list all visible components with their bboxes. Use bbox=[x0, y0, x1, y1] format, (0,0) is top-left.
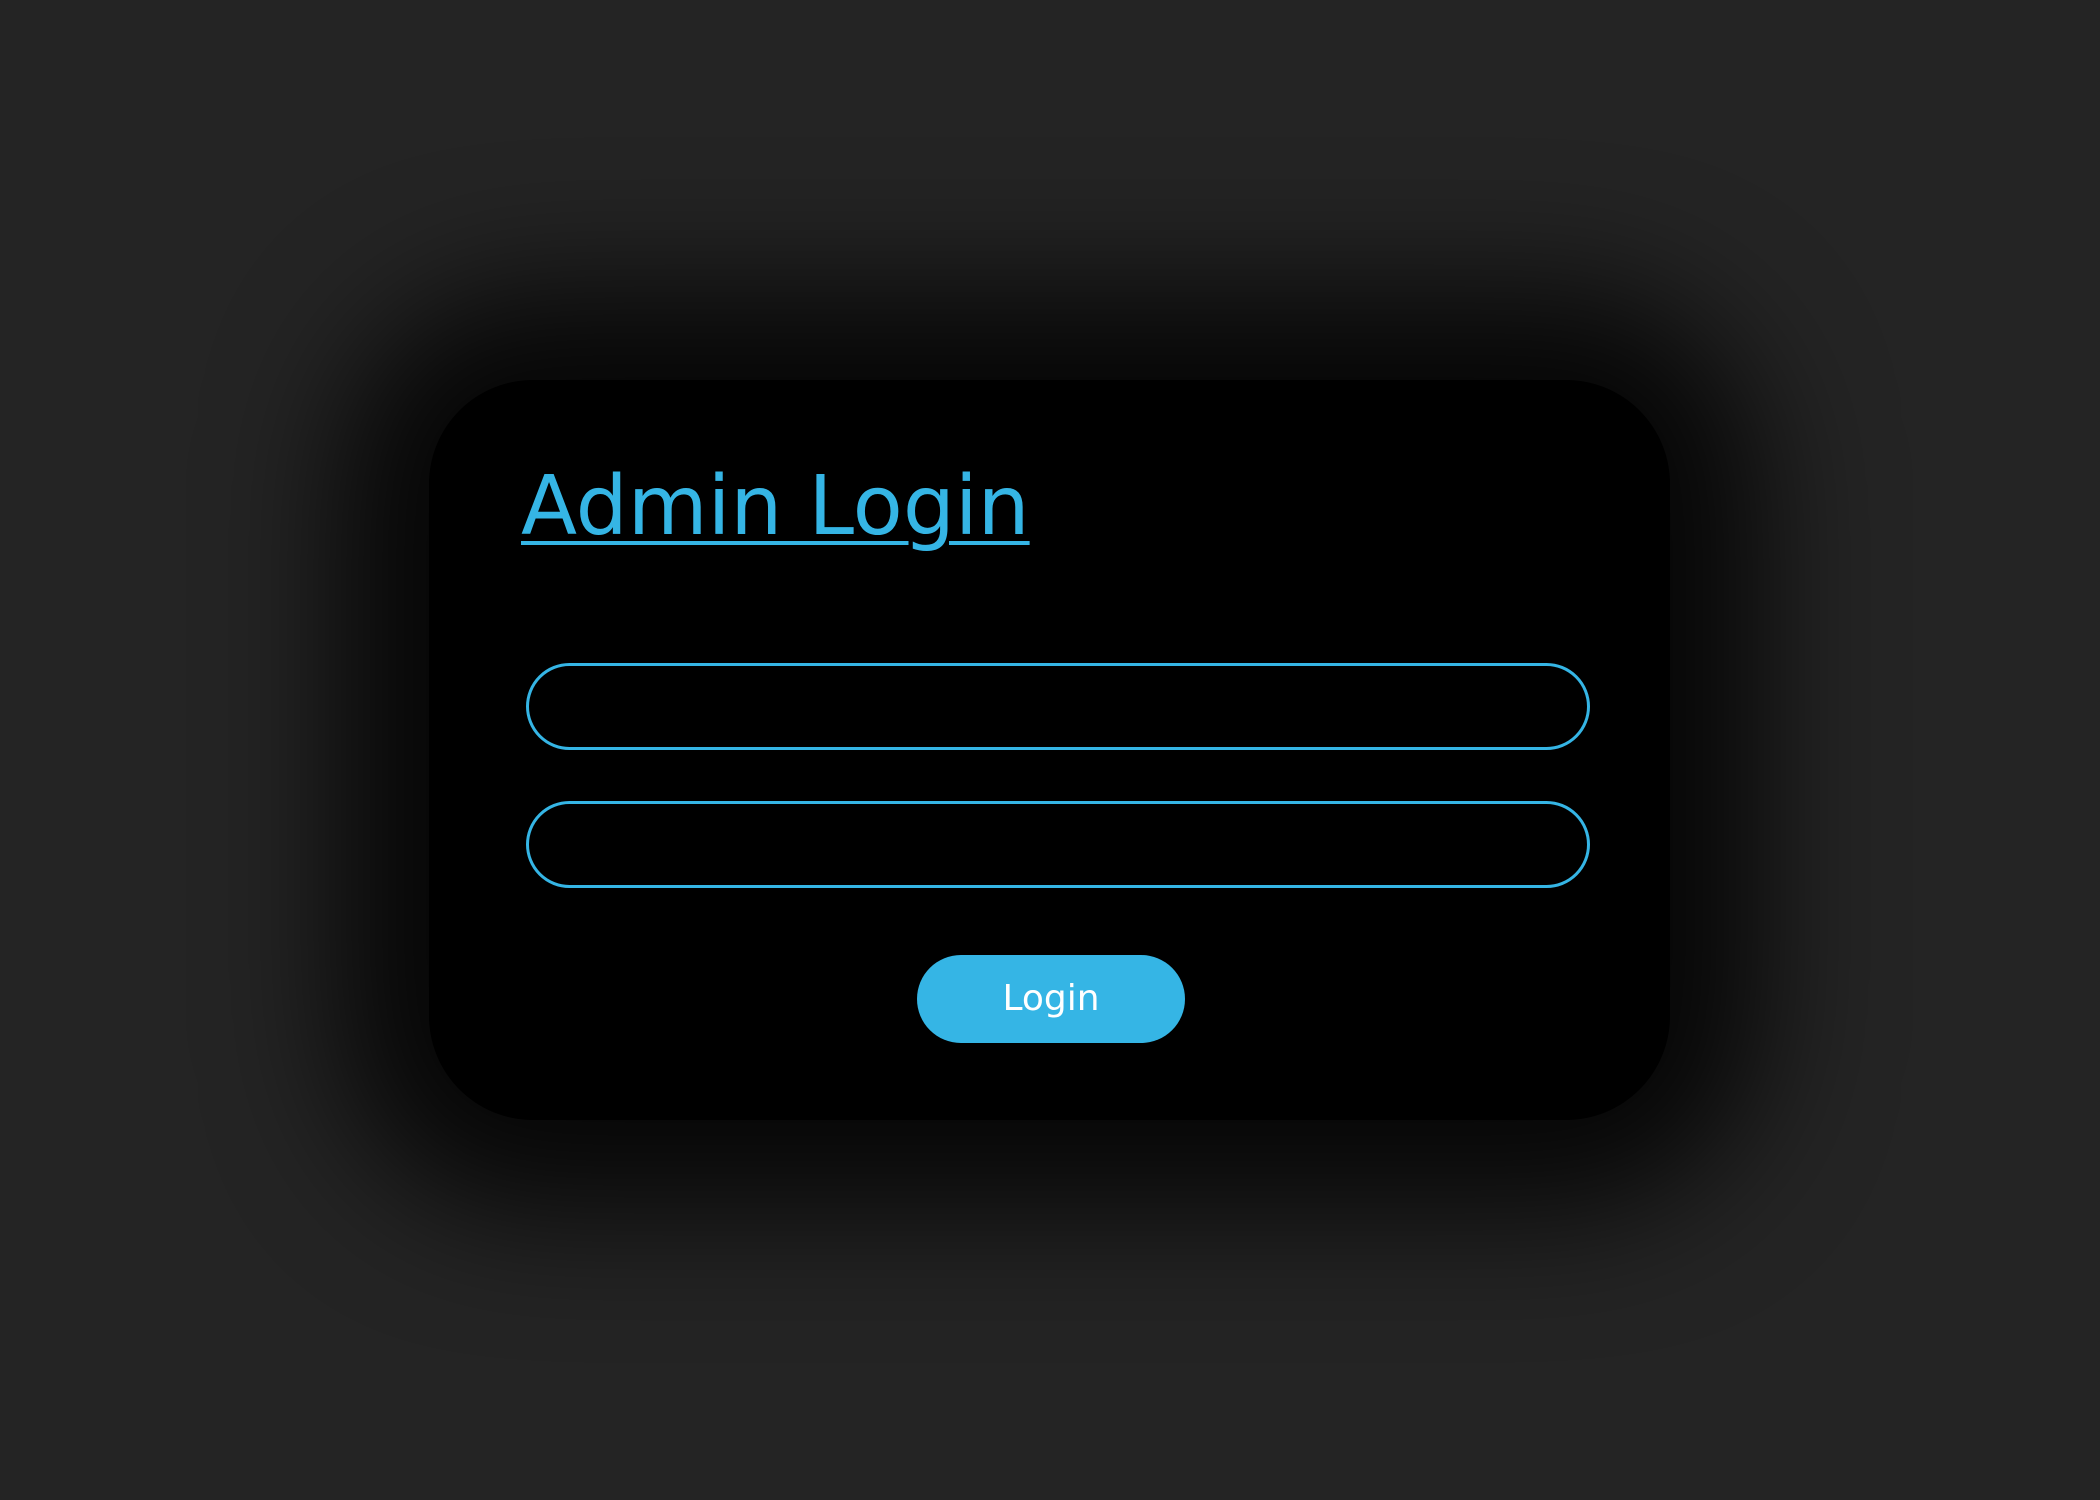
password-input[interactable] bbox=[526, 801, 1590, 888]
login-card: Admin Login Login bbox=[429, 380, 1670, 1120]
username-input[interactable] bbox=[526, 663, 1590, 750]
login-button[interactable]: Login bbox=[917, 955, 1185, 1043]
page-background: Admin Login Login bbox=[0, 0, 2100, 1500]
page-title: Admin Login bbox=[521, 459, 1030, 554]
